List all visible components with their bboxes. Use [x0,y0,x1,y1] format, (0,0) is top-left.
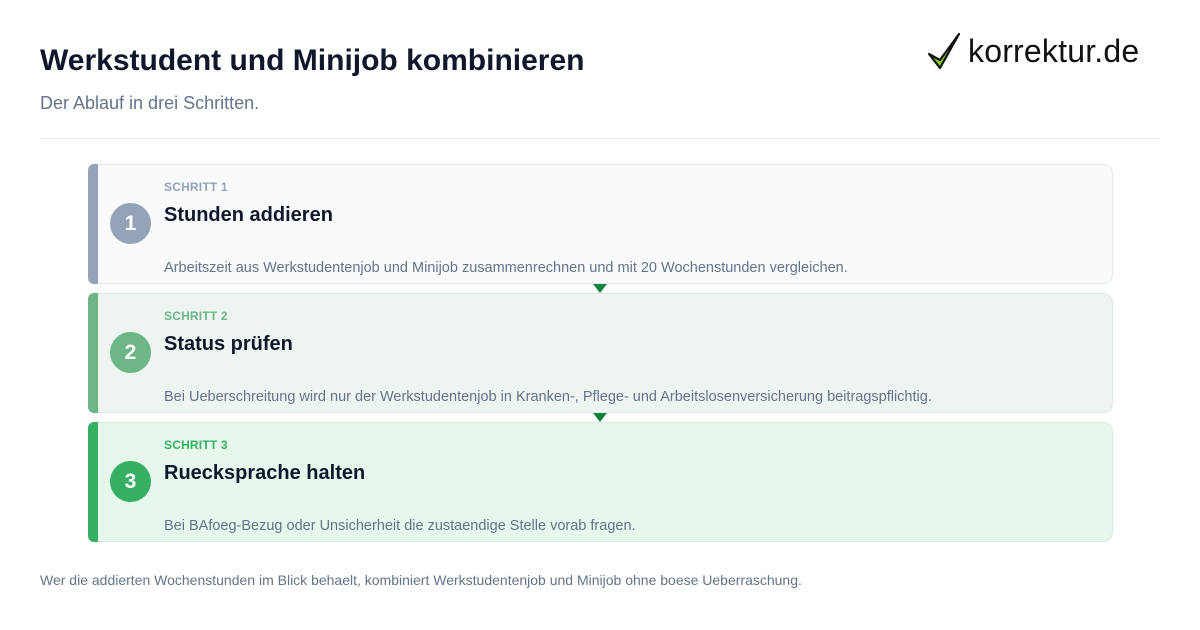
step-title: Status prüfen [164,333,293,355]
checkmark-icon [926,30,962,72]
step-connector-arrow-icon [593,284,607,293]
page-subtitle: Der Ablauf in drei Schritten. [40,93,260,113]
step-description: Bei BAfoeg-Bezug oder Unsicherheit die z… [164,518,636,534]
step-number-badge: 1 [110,203,151,244]
step-description: Arbeitszeit aus Werkstudentenjob und Min… [164,260,848,276]
step-card-1: 1 SCHRITT 1 Stunden addieren Arbeitszeit… [88,164,1113,284]
brand-logo[interactable]: korrektur.de [926,30,1139,72]
logo-text: korrektur.de [968,33,1140,69]
page-title: Werkstudent und Minijob kombinieren [40,44,585,77]
step-description: Bei Ueberschreitung wird nur der Werkstu… [164,389,932,405]
step-accent-bar [88,164,98,284]
step-number-badge: 2 [110,332,151,373]
step-title: Stunden addieren [164,204,333,226]
footer-note: Wer die addierten Wochenstunden im Blick… [40,572,802,588]
step-number-badge: 3 [110,461,151,502]
step-connector-arrow-icon [593,413,607,422]
step-title: Ruecksprache halten [164,462,366,484]
step-card-3: 3 SCHRITT 3 Ruecksprache halten Bei BAfo… [88,422,1113,542]
step-accent-bar [88,422,98,542]
step-label: SCHRITT 2 [164,309,228,323]
step-accent-bar [88,293,98,413]
header-divider [40,138,1160,139]
step-label: SCHRITT 3 [164,438,228,452]
step-label: SCHRITT 1 [164,180,228,194]
step-card-2: 2 SCHRITT 2 Status prüfen Bei Ueberschre… [88,293,1113,413]
